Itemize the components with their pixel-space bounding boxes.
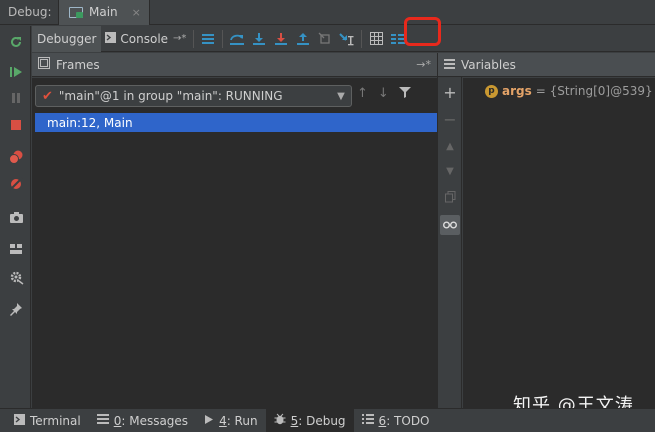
- step-out-icon[interactable]: [292, 28, 314, 50]
- highlight-annotation: [404, 17, 441, 46]
- pause-icon[interactable]: [8, 90, 24, 106]
- camera-icon[interactable]: [8, 209, 24, 225]
- variable-value: = {String[0]@539}: [535, 84, 653, 98]
- toolbar-separator: [222, 29, 224, 48]
- copy-icon[interactable]: [442, 189, 458, 205]
- toolbar-separator: [193, 29, 195, 48]
- tab-messages-label: : Messages: [121, 413, 189, 428]
- application-icon: [69, 6, 83, 18]
- variables-side-toolbar: + − ▲ ▼: [437, 53, 462, 408]
- frames-panel-header: Frames →*: [32, 53, 437, 77]
- tab-debugger[interactable]: Debugger: [32, 25, 102, 52]
- tab-terminal[interactable]: Terminal: [6, 409, 89, 432]
- debugger-toolbar: Debugger Console →*: [32, 25, 655, 52]
- tool-window-bar: Terminal 0: Messages 4: Run 5: Debug 6: …: [0, 408, 655, 432]
- resume-icon[interactable]: [8, 64, 24, 80]
- rerun-icon[interactable]: [8, 34, 24, 50]
- messages-icon: [96, 414, 109, 427]
- tab-debug-label: : Debug: [298, 413, 346, 428]
- frames-pin-icon[interactable]: →*: [416, 58, 437, 71]
- tab-debug[interactable]: 5: Debug: [265, 408, 354, 432]
- left-debug-toolbar: [0, 26, 31, 408]
- chevron-down-icon[interactable]: ▼: [331, 91, 351, 102]
- variables-title: Variables: [461, 57, 516, 72]
- tab-run-shortcut: 4: [219, 413, 227, 428]
- close-icon[interactable]: ×: [132, 6, 141, 19]
- terminal-icon: [14, 413, 25, 428]
- thread-selector-value: "main"@1 in group "main": RUNNING: [58, 89, 283, 103]
- frames-icon: [38, 57, 50, 72]
- frames-title: Frames: [56, 57, 100, 72]
- variable-item[interactable]: p args = {String[0]@539}: [485, 84, 653, 98]
- mute-breakpoints-icon[interactable]: [8, 176, 24, 192]
- run-to-cursor-icon[interactable]: [336, 28, 358, 50]
- debug-icon: [274, 413, 286, 428]
- move-down-icon[interactable]: ▼: [442, 163, 458, 179]
- tab-todo-label: : TODO: [386, 413, 430, 428]
- debug-title-bar: Debug: Main ×: [0, 0, 655, 25]
- variables-panel: p args = {String[0]@539}: [463, 78, 655, 408]
- variable-name: args: [502, 84, 532, 98]
- tab-run-label: : Run: [226, 413, 258, 428]
- frames-panel: ✔ "main"@1 in group "main": RUNNING ▼ ↑ …: [32, 78, 437, 408]
- stop-icon[interactable]: [8, 117, 24, 133]
- frame-label: main:12, Main: [47, 115, 133, 130]
- variables-panel-header: Variables: [438, 53, 655, 77]
- show-execution-point-icon[interactable]: [197, 28, 219, 50]
- tab-main[interactable]: Main ×: [58, 0, 150, 25]
- tab-console-label: Console: [120, 31, 169, 46]
- tab-terminal-label: Terminal: [30, 413, 81, 428]
- evaluate-expression-icon[interactable]: [365, 28, 387, 50]
- frame-tools: ↑ ↓: [357, 86, 411, 102]
- tab-debugger-label: Debugger: [37, 31, 97, 46]
- step-over-icon[interactable]: [226, 28, 248, 50]
- remove-watch-icon[interactable]: −: [442, 110, 458, 129]
- view-breakpoints-icon[interactable]: [8, 149, 24, 165]
- add-watch-icon[interactable]: +: [442, 83, 458, 102]
- parameter-icon: p: [485, 84, 498, 98]
- tab-console[interactable]: Console →*: [101, 26, 190, 52]
- settings-icon[interactable]: [8, 269, 24, 285]
- frame-list-item[interactable]: main:12, Main: [35, 113, 437, 132]
- tab-todo[interactable]: 6: TODO: [354, 409, 438, 432]
- console-pin-icon[interactable]: →*: [173, 33, 186, 44]
- console-icon: [105, 31, 117, 46]
- debug-label: Debug:: [8, 5, 52, 19]
- tab-main-label: Main: [89, 5, 118, 19]
- tab-run[interactable]: 4: Run: [196, 409, 266, 432]
- run-icon: [204, 414, 214, 428]
- variables-icon: [444, 58, 455, 72]
- force-step-into-icon[interactable]: [270, 28, 292, 50]
- todo-icon: [361, 414, 374, 427]
- move-up-icon[interactable]: ▲: [442, 138, 458, 154]
- toolbar-separator: [361, 29, 363, 48]
- filter-icon[interactable]: [398, 86, 411, 102]
- step-into-icon[interactable]: [248, 28, 270, 50]
- checkmark-icon: ✔: [42, 88, 53, 104]
- thread-selector[interactable]: ✔ "main"@1 in group "main": RUNNING ▼: [35, 85, 352, 107]
- arrow-up-icon[interactable]: ↑: [357, 86, 368, 102]
- tab-messages[interactable]: 0: Messages: [89, 409, 196, 432]
- drop-frame-icon[interactable]: [314, 28, 336, 50]
- show-watches-icon[interactable]: [440, 215, 460, 235]
- layout-icon[interactable]: [8, 241, 24, 257]
- arrow-down-icon[interactable]: ↓: [378, 86, 389, 102]
- pin-icon[interactable]: [8, 301, 24, 317]
